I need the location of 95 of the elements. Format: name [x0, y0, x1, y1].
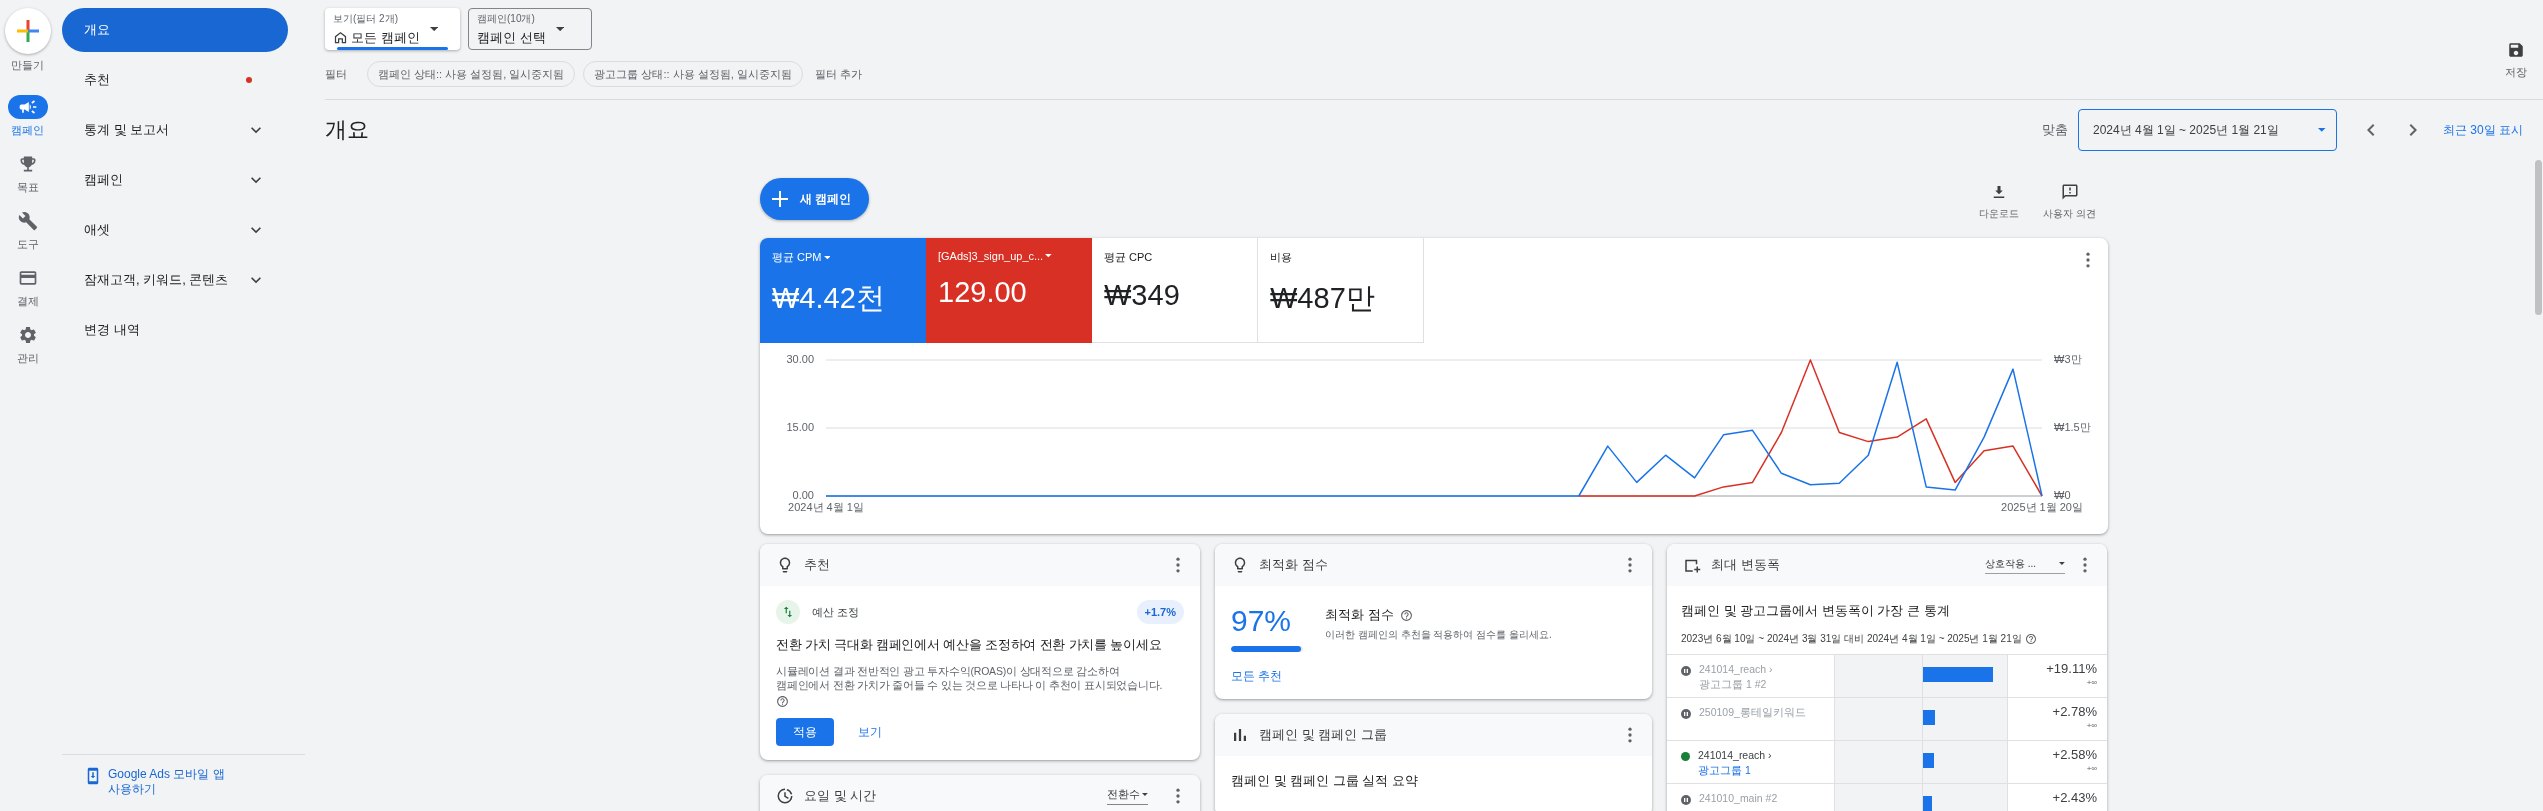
baseline-value: +∞: [2086, 764, 2097, 773]
caret-icon: [2059, 562, 2065, 565]
card-title: 추천: [804, 556, 831, 574]
metric-tile[interactable]: 평균 CPC ₩349: [1092, 238, 1258, 343]
axis-label: ₩0: [2054, 489, 2071, 501]
rail-item[interactable]: 캠페인: [0, 95, 55, 138]
nav-item[interactable]: 캠페인: [62, 158, 288, 202]
rail-item[interactable]: 목표: [0, 152, 55, 195]
score-description: 이러한 캠페인의 추천을 적용하여 점수를 올리세요.: [1325, 628, 1552, 642]
caret-icon: [823, 255, 831, 260]
caret-icon: [1142, 793, 1148, 796]
axis-label: 2024년 4월 1일: [788, 501, 864, 513]
comparison-period: 2023년 6월 10일 ~ 2024년 3월 31일 대비 2024년 4월 1일 ~ 2025년 1월 21일: [1681, 632, 2022, 646]
recommendation-description: 시뮬레이션 결과 전반적인 광고 투자수익(ROAS)이 상대적으로 감소하여 캠페인에서 전환 가치가 줄어들 수 있는 것으로 나타나 이 추천이 표시되었습니다.: [776, 664, 1164, 692]
change-chip: +1.7%: [1136, 600, 1184, 624]
save-button[interactable]: 저장: [2505, 40, 2527, 80]
save-icon: [2507, 40, 2525, 59]
axis-label: 2025년 1월 20일: [2001, 501, 2083, 513]
card-subtitle: 캠페인 및 캠페인 그룹 실적 요약: [1230, 772, 1420, 790]
caret-icon: [1045, 254, 1052, 258]
axis-label: ₩3만: [2054, 353, 2082, 365]
nav-item[interactable]: 추천: [62, 58, 288, 102]
caret-icon: [2318, 128, 2326, 132]
axis-label: ₩1.5만: [2054, 421, 2091, 433]
score-value: 97%: [1231, 604, 1293, 638]
nav-item[interactable]: 통계 및 보고서: [62, 108, 288, 152]
metric-dropdown[interactable]: 상호작용 ...: [1985, 556, 2065, 574]
axis-label: 15.00: [786, 421, 814, 433]
score-heading: 최적화 점수: [1325, 606, 1394, 624]
baseline-value: +∞: [2086, 721, 2097, 730]
page-title: 개요: [325, 116, 370, 144]
new-campaign-button[interactable]: 새 캠페인: [760, 178, 870, 220]
filter-chip[interactable]: 광고그룹 상태:: 사용 설정됨, 일시중지됨: [583, 61, 803, 87]
date-preset-label: 맞춤: [2042, 121, 2068, 139]
feedback-icon: [2060, 183, 2079, 201]
download-button[interactable]: 다운로드: [1979, 183, 2020, 221]
date-range-dropdown[interactable]: 2024년 4월 1일 ~ 2025년 1월 21일: [2078, 109, 2337, 151]
nav-item[interactable]: 개요: [62, 8, 288, 52]
nav-item[interactable]: 잠재고객, 키워드, 콘텐츠: [62, 258, 288, 302]
last-30-days-link[interactable]: 최근 30일 표시: [2443, 121, 2523, 139]
recommendation-category: 예산 조정: [812, 604, 860, 620]
feedback-button[interactable]: 사용자 의견: [2043, 183, 2096, 221]
help-icon[interactable]: [1399, 608, 1413, 622]
card-title: 최대 변동폭: [1711, 556, 1781, 574]
caret-icon: [555, 26, 564, 32]
campaign-name: 241010_main #2: [1699, 792, 1778, 804]
view-dropdown[interactable]: 보기(필터 2개) 모든 캠페인: [325, 8, 460, 50]
metric-tile[interactable]: 평균 CPM ₩4.42천: [760, 238, 926, 343]
change-value: +2.43%: [2052, 790, 2097, 805]
ad-group-link[interactable]: 광고그룹 1: [1698, 764, 1772, 778]
change-value: +2.78%: [2052, 704, 2097, 719]
rail-item[interactable]: 결제: [0, 266, 55, 309]
caret-icon: [429, 26, 438, 32]
card-title: 최적화 점수: [1259, 556, 1329, 574]
help-icon[interactable]: [776, 695, 789, 708]
card-heading: 캠페인 및 광고그룹에서 변동폭이 가장 큰 통계: [1680, 602, 1951, 620]
campaign-name: 250109_롱테일키워드: [1699, 706, 1806, 720]
credit-card-icon: [17, 268, 38, 288]
campaign-dropdown[interactable]: 캠페인(10개) 캠페인 선택: [468, 8, 592, 50]
mobile-app-link[interactable]: Google Ads 모바일 앱 사용하기: [108, 767, 238, 797]
tools-icon: [17, 211, 38, 231]
nav-item[interactable]: 변경 내역: [62, 308, 288, 352]
plus-icon: [772, 191, 788, 207]
scrollbar-thumb[interactable]: [2535, 160, 2542, 315]
notification-dot: [246, 77, 252, 83]
budget-badge-icon: [776, 600, 800, 624]
apply-button[interactable]: 적용: [776, 718, 834, 746]
help-icon[interactable]: [2024, 633, 2037, 645]
bar-chart-icon: [1231, 726, 1249, 744]
recommendation-headline: 전환 가치 극대화 캠페인에서 예산을 조정하여 전환 가치를 높이세요: [776, 636, 1163, 654]
filter-label: 필터: [325, 66, 347, 82]
filter-chip[interactable]: 캠페인 상태:: 사용 설정됨, 일시중지됨: [367, 61, 576, 87]
card-title: 캠페인 및 캠페인 그룹: [1259, 726, 1388, 744]
home-icon: [333, 30, 348, 45]
axis-label: 30.00: [786, 353, 814, 365]
settings-icon: [17, 325, 38, 345]
view-button[interactable]: 보기: [858, 723, 882, 741]
metric-tile[interactable]: [GAds]3_sign_up_c... 129.00: [926, 238, 1092, 343]
clock-icon: [776, 787, 794, 805]
change-value: +2.58%: [2052, 747, 2097, 762]
all-recommendations-link[interactable]: 모든 추천: [1231, 668, 1283, 685]
metric-dropdown[interactable]: 전환수: [1107, 787, 1148, 805]
rail-item[interactable]: 관리: [0, 323, 55, 366]
campaign-name: 241014_reach ›: [1699, 663, 1773, 675]
baseline-value: +∞: [2086, 678, 2097, 687]
rail-item[interactable]: 도구: [0, 209, 55, 252]
add-filter-button[interactable]: 필터 추가: [814, 66, 862, 82]
campaign-name: 241014_reach ›: [1698, 749, 1772, 761]
ad-group-name: 광고그룹 1 #2: [1699, 678, 1768, 692]
change-value: +19.11%: [2046, 661, 2097, 676]
nav-item[interactable]: 애셋: [62, 208, 288, 252]
metric-tile[interactable]: 비용 ₩487만: [1258, 238, 1424, 343]
plus-icon: [16, 20, 39, 42]
card-title: 요일 및 시간: [804, 787, 878, 805]
axis-label: 0.00: [792, 489, 814, 501]
